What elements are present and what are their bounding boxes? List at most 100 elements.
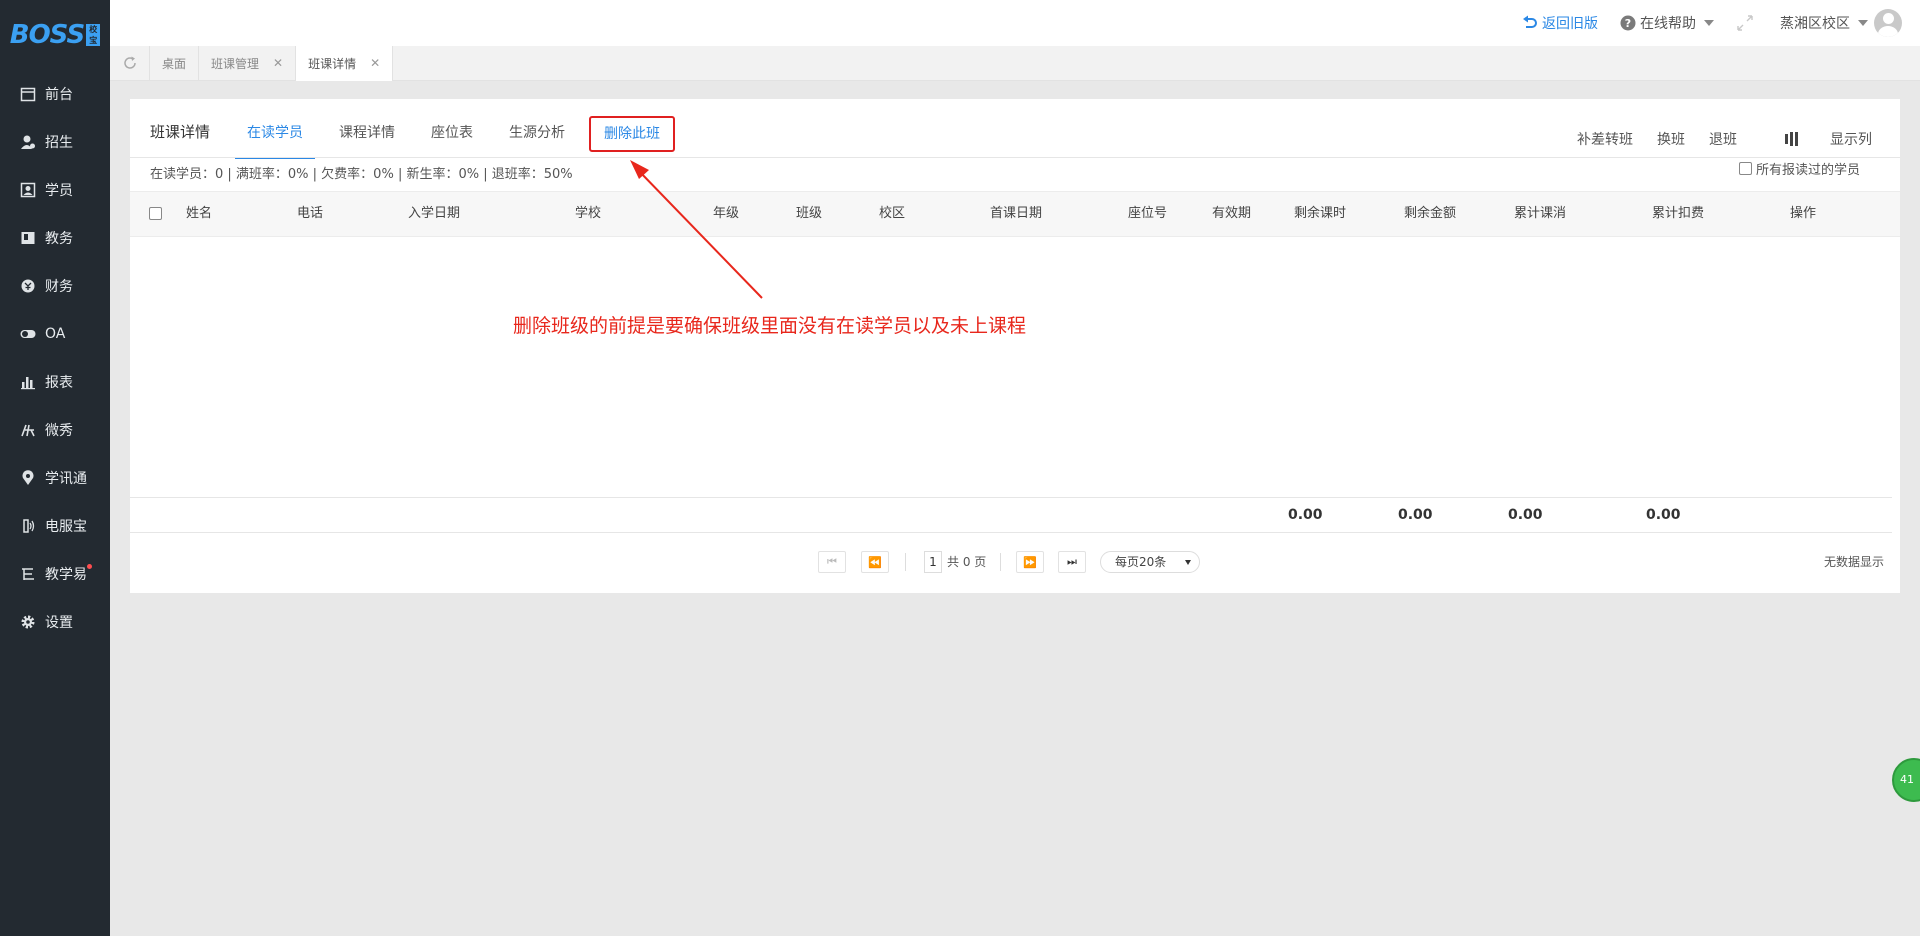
sidebar-item-xuexuntong[interactable]: 学讯通 (0, 454, 110, 502)
logo-text: BOSS (9, 20, 85, 50)
first-page-button[interactable]: ⏮ (818, 551, 846, 573)
expand-icon (1736, 14, 1754, 32)
sidebar-item-oa[interactable]: OA (0, 310, 110, 358)
fullscreen-button[interactable] (1736, 14, 1754, 32)
delete-class-button[interactable]: 删除此班 (589, 116, 675, 152)
column-header[interactable]: 年级 (713, 192, 739, 236)
all-students-filter[interactable]: 所有报读过的学员 (1738, 159, 1860, 178)
sidebar-item-label: 教务 (45, 231, 73, 247)
logo[interactable]: BOSS 校宝 (0, 0, 110, 70)
total-remaining-hours: 0.00 (1288, 507, 1323, 523)
prev-page-button[interactable]: ⏪ (861, 551, 889, 573)
back-label: 返回旧版 (1542, 16, 1598, 32)
column-header[interactable]: 有效期 (1212, 192, 1251, 236)
next-page-button[interactable]: ⏩ (1016, 551, 1044, 573)
sidebar-item-label: 设置 (45, 615, 73, 631)
column-header[interactable]: 班级 (796, 192, 822, 236)
show-columns-button[interactable]: 显示列 (1761, 129, 1872, 149)
sidebar-item-dianfubao[interactable]: 电服宝 (0, 502, 110, 550)
undo-icon (1522, 15, 1538, 31)
refresh-button[interactable] (110, 45, 150, 81)
sidebar-item-students[interactable]: 学员 (0, 166, 110, 214)
divider (130, 157, 1900, 158)
sidebar-item-label: OA (45, 326, 66, 342)
total-charged: 0.00 (1646, 507, 1681, 523)
total-consumed: 0.00 (1508, 507, 1543, 523)
all-students-checkbox[interactable] (1738, 162, 1752, 175)
column-header[interactable]: 累计扣费 (1652, 192, 1704, 236)
page-size-label: 每页20条 (1115, 555, 1167, 569)
chevron-down-icon (1858, 20, 1868, 26)
divider (1000, 553, 1001, 571)
sidebar-item-finance[interactable]: 财务 (0, 262, 110, 310)
tab-class-management[interactable]: 班课管理 ✕ (199, 45, 297, 81)
chevron-down-icon (1704, 20, 1714, 26)
sidebar-item-label: 电服宝 (45, 519, 87, 535)
total-remaining-amount: 0.00 (1398, 507, 1433, 523)
tab-source-analysis[interactable]: 生源分析 (497, 114, 577, 157)
card-actions: 补差转班 换班 退班 显示列 (1553, 129, 1872, 149)
back-to-old-version-link[interactable]: 返回旧版 (1522, 13, 1598, 33)
close-icon[interactable]: ✕ (273, 56, 283, 70)
svg-text:?: ? (1625, 17, 1631, 30)
tab-enrolled-students[interactable]: 在读学员 (235, 114, 315, 159)
campus-dropdown[interactable]: 蒸湘区校区 (1780, 13, 1868, 33)
class-stats: 在读学员：0 | 满班率：0% | 欠费率：0% | 新生率：0% | 退班率：… (150, 167, 573, 182)
page-number-input[interactable]: 1 (924, 551, 942, 573)
campus-label: 蒸湘区校区 (1780, 16, 1850, 32)
annotation-text: 删除班级的前提是要确保班级里面没有在读学员以及未上课程 (513, 315, 1027, 337)
sidebar-item-jiaoxueyi[interactable]: 教学易 (0, 550, 110, 598)
refresh-icon (122, 55, 138, 71)
book-icon (20, 230, 36, 246)
sidebar-item-label: 微秀 (45, 423, 73, 439)
class-detail-card: 班课详情 在读学员 课程详情 座位表 生源分析 删除此班 补差转班 换班 退班 … (130, 99, 1900, 593)
sidebar-item-frontdesk[interactable]: 前台 (0, 70, 110, 118)
wx-icon (20, 422, 36, 438)
tab-seating-chart[interactable]: 座位表 (419, 114, 485, 157)
column-header[interactable]: 首课日期 (990, 192, 1042, 236)
page-title: 班课详情 (150, 123, 211, 141)
columns-icon (1785, 132, 1800, 146)
column-header[interactable]: 姓名 (186, 192, 212, 236)
sidebar-item-label: 报表 (45, 375, 73, 391)
column-header[interactable]: 累计课消 (1514, 192, 1566, 236)
money-icon (20, 278, 36, 294)
empty-text: 无数据显示 (1823, 555, 1884, 569)
top-bar: 返回旧版 ? 在线帮助 蒸湘区校区 (110, 0, 1920, 46)
sidebar-item-reports[interactable]: 报表 (0, 358, 110, 406)
tab-desktop[interactable]: 桌面 (150, 45, 200, 81)
column-header[interactable]: 入学日期 (408, 192, 460, 236)
column-header[interactable]: 剩余课时 (1294, 192, 1346, 236)
sidebar-item-enroll[interactable]: 招生 (0, 118, 110, 166)
last-page-button[interactable]: ⏭ (1058, 551, 1086, 573)
sidebar-item-academic[interactable]: 教务 (0, 214, 110, 262)
gear-icon (20, 614, 36, 630)
calendar-icon (20, 86, 36, 102)
column-header[interactable]: 电话 (297, 192, 323, 236)
sidebar-item-label: 学讯通 (45, 471, 87, 487)
phone-icon (20, 518, 36, 534)
column-header[interactable]: 学校 (575, 192, 601, 236)
sidebar-item-weixiu[interactable]: 微秀 (0, 406, 110, 454)
floating-assistant-button[interactable]: 41 (1892, 758, 1920, 802)
sidebar-item-label: 教学易 (45, 567, 87, 583)
transfer-class-button[interactable]: 补差转班 (1577, 129, 1633, 149)
change-class-button[interactable]: 换班 (1657, 129, 1685, 149)
help-label: 在线帮助 (1640, 16, 1696, 32)
online-help-dropdown[interactable]: ? 在线帮助 (1620, 13, 1714, 33)
close-icon[interactable]: ✕ (370, 56, 380, 70)
column-header[interactable]: 剩余金额 (1404, 192, 1456, 236)
show-columns-label: 显示列 (1830, 132, 1872, 148)
avatar[interactable] (1874, 9, 1902, 37)
page-size-select[interactable]: 每页20条 (1100, 551, 1200, 573)
select-all-checkbox[interactable] (149, 207, 162, 220)
column-header[interactable]: 校区 (879, 192, 905, 236)
total-pages-text: 共 0 页 (947, 555, 987, 569)
sidebar-item-settings[interactable]: 设置 (0, 598, 110, 646)
column-header[interactable]: 座位号 (1128, 192, 1167, 236)
tab-course-detail[interactable]: 课程详情 (327, 114, 407, 157)
withdraw-class-button[interactable]: 退班 (1709, 129, 1737, 149)
tab-label: 班课详情 (308, 56, 357, 71)
chart-icon (20, 374, 36, 390)
tab-class-detail[interactable]: 班课详情 ✕ (296, 45, 394, 81)
